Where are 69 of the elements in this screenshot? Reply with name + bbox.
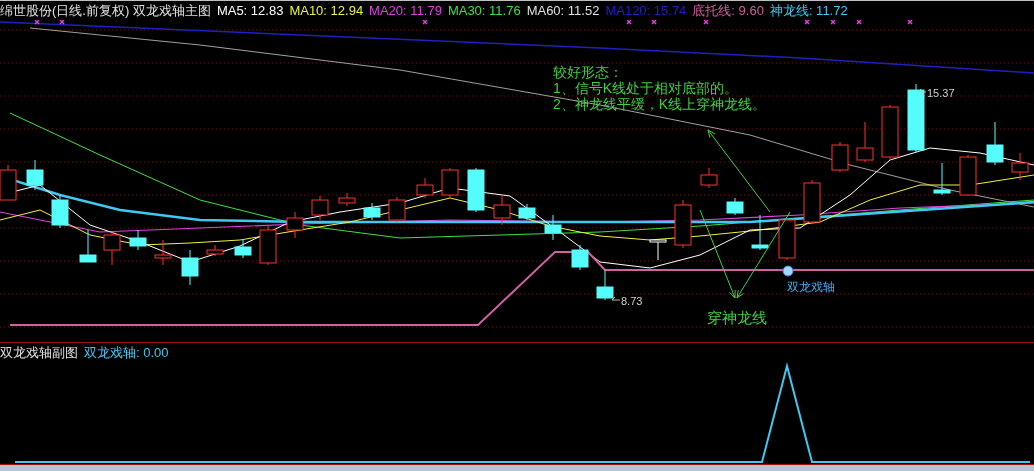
- candlestick: [856, 121, 874, 163]
- candlestick: [51, 194, 69, 229]
- candlestick: [416, 177, 434, 199]
- candlestick: [26, 159, 44, 191]
- candlestick: [881, 104, 899, 161]
- candlestick: [700, 167, 718, 189]
- candlestick: [518, 203, 536, 221]
- signal-ball-icon: [782, 265, 794, 277]
- candlestick: [959, 154, 977, 197]
- indicator-value: MA10: 12.94: [289, 4, 364, 17]
- leader-line: [611, 296, 621, 301]
- candlestick: [388, 196, 406, 223]
- candlestick: [803, 179, 821, 225]
- chart-title: 双龙戏轴副图: [0, 345, 78, 359]
- candlestick: [596, 269, 614, 301]
- cross-marker: [830, 20, 836, 25]
- price-label: 15.37: [927, 87, 955, 99]
- indicator-value: MA20: 11.79: [369, 4, 442, 17]
- candlestick: [674, 199, 692, 249]
- annotation-text: 2、神龙线平缓，K线上穿神龙线。: [553, 96, 767, 112]
- candlestick: [363, 202, 381, 221]
- candlestick: [751, 214, 769, 251]
- cross-marker: [422, 20, 428, 25]
- indicator-value: 神龙线: 11.72: [769, 4, 848, 17]
- cross-marker: [907, 20, 913, 25]
- candlestick: [103, 231, 121, 266]
- callout-label: 穿神龙线: [707, 309, 767, 326]
- leader-line: [917, 88, 927, 93]
- signal-label: 双龙戏轴: [787, 280, 835, 294]
- indicator-value: MA60: 11.52: [526, 4, 600, 17]
- cross-marker: [703, 20, 709, 25]
- candlestick: [286, 211, 304, 239]
- chart-title: 绵世股份(日线.前复权) 双龙戏轴主图: [0, 4, 211, 17]
- cross-marker: [856, 20, 862, 25]
- candlestick: [338, 192, 356, 207]
- price-label: 8.73: [621, 295, 643, 307]
- candlestick: [311, 195, 329, 221]
- cross-marker: [34, 20, 40, 25]
- candlestick: [907, 83, 925, 153]
- candlestick: [571, 244, 589, 271]
- cross-marker: [626, 20, 632, 25]
- candlestick: [259, 224, 277, 266]
- cross-marker: [651, 20, 657, 25]
- candlestick: [831, 141, 849, 173]
- candlestick: [649, 239, 667, 261]
- indicator-value: MA120: 15.74: [605, 4, 687, 17]
- candlestick: [154, 239, 172, 266]
- candlestick: [778, 217, 796, 261]
- candlestick: [933, 162, 951, 196]
- annotation-heading: 较好形态：: [553, 64, 623, 80]
- indicator-value: MA30: 11.76: [447, 4, 521, 17]
- cross-marker: [59, 20, 65, 25]
- candlestick: [467, 167, 485, 213]
- candlestick: [493, 194, 511, 226]
- indicator-value: MA5: 12.83: [216, 4, 284, 17]
- candlestick: [726, 197, 744, 216]
- candlestick: [1011, 152, 1029, 181]
- candlestick: [79, 229, 97, 263]
- candlestick: [129, 229, 147, 251]
- candlestick: [441, 167, 459, 199]
- candlestick: [986, 121, 1004, 166]
- candlestick: [544, 214, 562, 241]
- candlestick: [181, 249, 199, 286]
- cross-marker: [804, 20, 810, 25]
- annotation-text: 1、信号K线处于相对底部的。: [553, 80, 739, 96]
- indicator-value: 底托线: 9.60: [692, 4, 764, 17]
- indicator-value: 双龙戏轴: 0.00: [84, 345, 169, 359]
- candlestick: [234, 239, 252, 259]
- candlestick: [206, 244, 224, 257]
